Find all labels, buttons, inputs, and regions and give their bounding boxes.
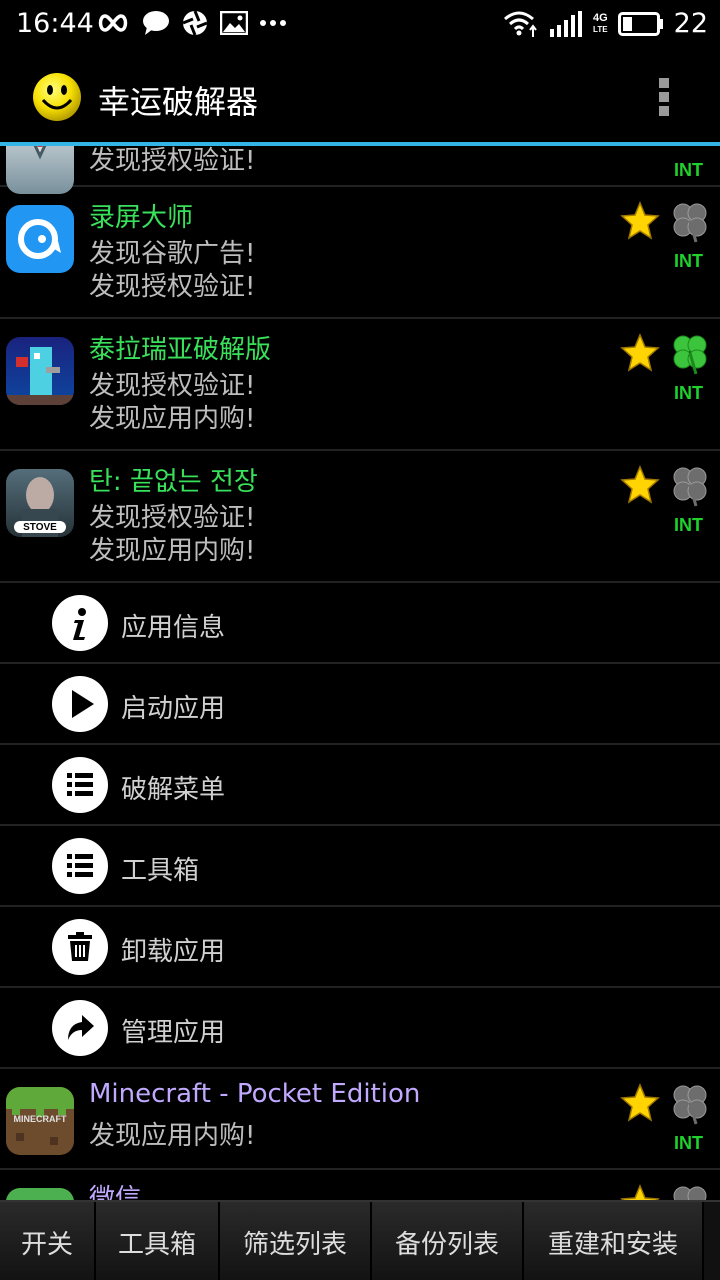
app-name: 微信 (89, 1184, 142, 1200)
status-notification-icons (96, 10, 286, 36)
app-status-line: 发现应用内购! (89, 1121, 256, 1151)
star-icon (620, 1083, 660, 1122)
star-icon (620, 1184, 660, 1200)
clover-icon (673, 203, 707, 243)
aperture-icon (182, 10, 208, 36)
wifi-icon (503, 11, 537, 37)
tab-backup-list[interactable]: 备份列表 (372, 1202, 524, 1280)
menu-label: 工具箱 (121, 856, 200, 886)
menu-toolbox[interactable]: 工具箱 (0, 826, 720, 907)
menu-uninstall-app[interactable]: 卸载应用 (0, 907, 720, 988)
app-status-line: 发现授权验证! (89, 272, 256, 302)
status-system-icons: 4G LTE 22 (503, 8, 708, 39)
app-status-line: 发现应用内购! (89, 536, 256, 566)
menu-launch-app[interactable]: 启动应用 (0, 664, 720, 745)
battery-percent: 22 (673, 8, 708, 39)
menu-label: 破解菜单 (121, 775, 226, 805)
terraria-icon (6, 337, 74, 405)
status-bar: 16:44 4G LTE 22 (0, 0, 720, 50)
battery-icon (617, 11, 663, 36)
minecraft-icon: MINECRAFT (6, 1087, 74, 1155)
app-name: 录屏大师 (89, 203, 194, 233)
list-item[interactable]: STOVE 탄: 끝없는 전장 发现授权验证! 发现应用内购! INT (0, 451, 720, 583)
menu-label: 卸载应用 (121, 937, 226, 967)
clover-icon (673, 1186, 707, 1200)
image-icon (220, 11, 248, 35)
more-dots-icon (260, 20, 286, 26)
app-list[interactable]: 发现授权验证! INT 录屏大师 发现谷歌广告! 发现授权验证! INT 泰拉瑞… (0, 146, 720, 1200)
wechat-icon (6, 1188, 74, 1200)
list-item[interactable]: 微信 (0, 1170, 720, 1200)
menu-label: 启动应用 (121, 694, 226, 724)
int-badge: INT (674, 1133, 703, 1153)
app-title: 幸运破解器 (98, 83, 259, 121)
stove-game-icon: STOVE (6, 469, 74, 537)
list-item[interactable]: 录屏大师 发现谷歌广告! 发现授权验证! INT (0, 187, 720, 319)
clover-icon (673, 1085, 707, 1125)
app-name: 탄: 끝없는 전장 (89, 467, 258, 497)
signal-icon (549, 10, 582, 37)
infinity-icon (98, 14, 128, 32)
stove-logo-text: STOVE (23, 522, 57, 533)
int-badge: INT (674, 515, 703, 535)
play-icon (52, 676, 108, 732)
menu-manage-app[interactable]: 管理应用 (0, 988, 720, 1069)
screen-recorder-icon (6, 205, 74, 273)
4g-lte-icon: 4G LTE (592, 11, 608, 34)
smiley-face-icon[interactable] (32, 72, 82, 122)
app-status-line: 发现授权验证! (89, 503, 256, 533)
list-icon (52, 757, 108, 813)
int-badge: INT (674, 251, 703, 271)
tab-switches[interactable]: 开关 (0, 1202, 96, 1280)
app-bar: 幸运破解器 (0, 50, 720, 142)
info-icon (52, 595, 108, 651)
app-status-line: 发现应用内购! (89, 404, 256, 434)
star-icon (620, 333, 660, 372)
share-arrow-icon (52, 1000, 108, 1056)
menu-label: 管理应用 (121, 1018, 226, 1048)
list-item[interactable]: 泰拉瑞亚破解版 发现授权验证! 发现应用内购! INT (0, 319, 720, 451)
app-status-line: 发现谷歌广告! (89, 239, 256, 269)
tab-toolbox[interactable]: 工具箱 (96, 1202, 220, 1280)
app-name: 泰拉瑞亚破解版 (89, 335, 272, 365)
clover-icon (673, 467, 707, 507)
clover-icon (673, 335, 707, 375)
int-badge: INT (674, 383, 703, 403)
menu-app-info[interactable]: 应用信息 (0, 583, 720, 664)
trash-icon (52, 919, 108, 975)
star-icon (620, 465, 660, 504)
list-item[interactable]: 发现授权验证! INT (0, 146, 720, 194)
tab-filter-list[interactable]: 筛选列表 (220, 1202, 372, 1280)
app-status-line: 发现授权验证! (89, 371, 256, 401)
list-item[interactable]: MINECRAFT Minecraft - Pocket Edition 发现应… (0, 1069, 720, 1170)
menu-patch-menu[interactable]: 破解菜单 (0, 745, 720, 826)
overflow-menu-icon[interactable] (657, 78, 671, 118)
minecraft-logo-text: MINECRAFT (13, 1114, 67, 1124)
tab-rebuild-install[interactable]: 重建和安装 (524, 1202, 704, 1280)
list-icon (52, 838, 108, 894)
int-badge: INT (674, 160, 703, 180)
status-time: 16:44 (16, 8, 94, 39)
app-status-line: 发现授权验证! (89, 146, 256, 176)
bottom-tab-bar: 开关 工具箱 筛选列表 备份列表 重建和安装 (0, 1200, 720, 1280)
app-name: Minecraft - Pocket Edition (89, 1079, 421, 1109)
star-icon (620, 201, 660, 240)
chat-bubble-icon (143, 11, 169, 35)
menu-label: 应用信息 (121, 613, 226, 643)
